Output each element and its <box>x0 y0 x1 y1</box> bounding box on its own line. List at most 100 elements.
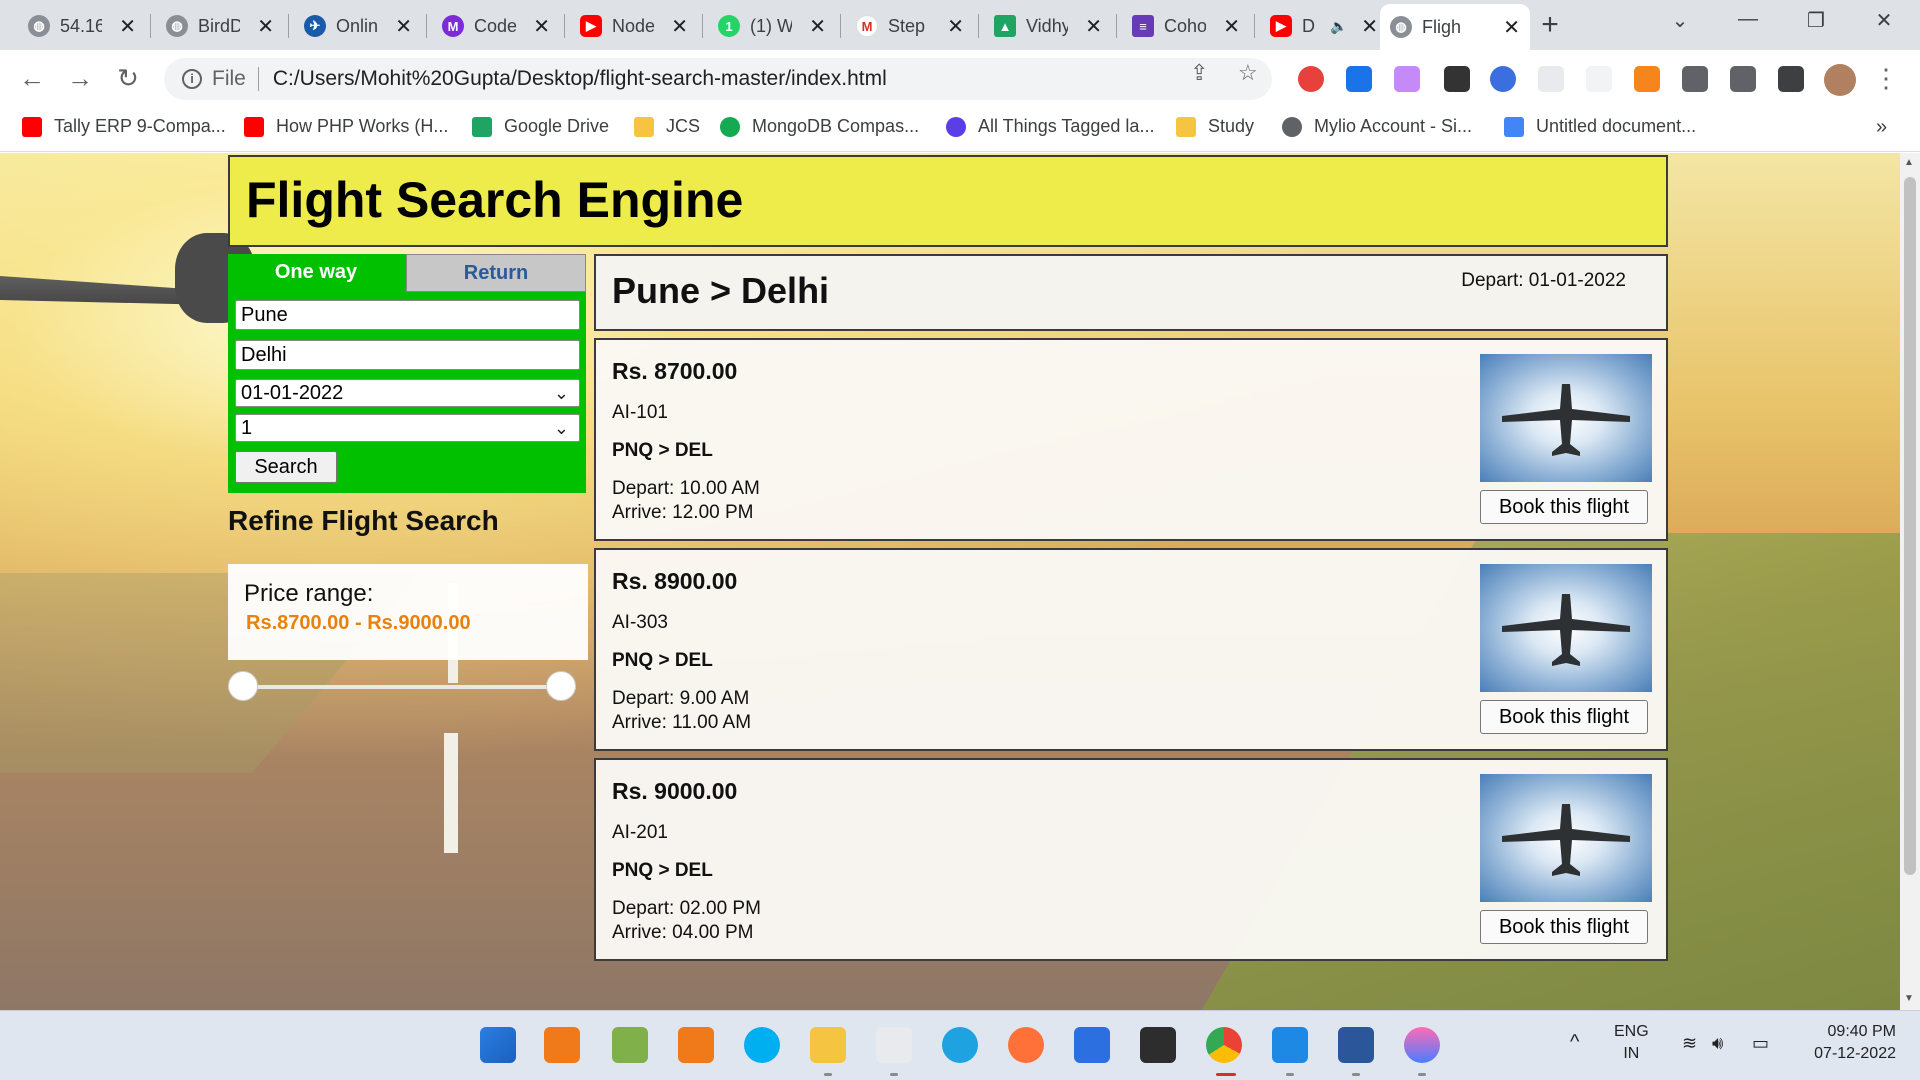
blank-extension-icon[interactable] <box>1586 66 1612 92</box>
skype-icon[interactable] <box>744 1027 780 1063</box>
close-icon[interactable]: ✕ <box>395 14 412 39</box>
terminal-icon[interactable] <box>1140 1027 1176 1063</box>
speaker-icon[interactable]: 🔈 <box>1330 18 1347 35</box>
edge-icon[interactable] <box>942 1027 978 1063</box>
bookmark-item[interactable]: Mylio Account - Si... <box>1282 116 1472 137</box>
close-window-button[interactable]: ✕ <box>1864 8 1904 33</box>
bookmark-item[interactable]: Google Drive <box>472 116 609 137</box>
scroll-down-icon[interactable]: ▼ <box>1904 993 1914 1004</box>
windows-start-icon[interactable] <box>480 1027 516 1063</box>
bookmarks-bar: Tally ERP 9-Compa... How PHP Works (H...… <box>0 106 1920 152</box>
destination-input[interactable]: Delhi <box>235 340 580 370</box>
close-icon[interactable]: ✕ <box>1361 14 1378 39</box>
address-bar[interactable]: i File C:/Users/Mohit%20Gupta/Desktop/fl… <box>164 58 1272 100</box>
close-icon[interactable]: ✕ <box>809 14 826 39</box>
airline-icon: ✈ <box>304 15 326 37</box>
passengers-select[interactable]: 1 ⌄ <box>235 414 580 442</box>
close-icon[interactable]: ✕ <box>1223 14 1240 39</box>
browser-tab[interactable]: ▲ Vidhy ✕ <box>984 6 1112 46</box>
date-select[interactable]: 01-01-2022 ⌄ <box>235 379 580 407</box>
close-icon[interactable]: ✕ <box>1085 14 1102 39</box>
close-icon[interactable]: ✕ <box>533 14 550 39</box>
notepad-icon[interactable] <box>612 1027 648 1063</box>
language-indicator[interactable]: ENG IN <box>1614 1023 1649 1063</box>
media-control-icon[interactable] <box>1730 66 1756 92</box>
tab-search-icon[interactable]: ⌄ <box>1660 8 1700 33</box>
bookmark-item[interactable]: MongoDB Compas... <box>720 116 919 137</box>
info-icon[interactable]: i <box>182 69 202 89</box>
tab-return[interactable]: Return <box>406 254 586 292</box>
forward-button[interactable]: → <box>64 62 96 94</box>
back-button[interactable]: ← <box>16 62 48 94</box>
tray-overflow-icon[interactable]: ^ <box>1570 1031 1579 1054</box>
xampp-icon[interactable] <box>544 1027 580 1063</box>
scroll-up-icon[interactable]: ▲ <box>1904 157 1914 168</box>
browser-tab[interactable]: 1 (1) W ✕ <box>708 6 836 46</box>
browser-tab[interactable]: ◍ 54.16 ✕ <box>18 6 146 46</box>
browser-tab[interactable]: ▶ Node ✕ <box>570 6 698 46</box>
adblock-icon[interactable] <box>1298 66 1324 92</box>
new-tab-button[interactable]: + <box>1532 8 1568 44</box>
share-icon[interactable]: ⇪ <box>1190 60 1208 86</box>
bookmark-star-icon[interactable]: ☆ <box>1238 60 1258 86</box>
browser-tab[interactable]: ✈ Onlin ✕ <box>294 6 422 46</box>
json-icon[interactable] <box>1538 66 1564 92</box>
bookmark-item[interactable]: Study <box>1176 116 1254 137</box>
browser-tab[interactable]: ◍ BirdD ✕ <box>156 6 284 46</box>
side-panel-icon[interactable] <box>1778 66 1804 92</box>
page-scrollbar[interactable]: ▲ ▼ <box>1900 153 1920 1010</box>
close-icon[interactable]: ✕ <box>671 14 688 39</box>
scrollbar-thumb[interactable] <box>1904 177 1916 875</box>
browser-tab[interactable]: M Code ✕ <box>432 6 560 46</box>
volume-icon[interactable]: 🔊︎ <box>1712 1033 1723 1054</box>
price-slider-min-handle[interactable] <box>228 671 258 701</box>
bookmark-item[interactable]: JCS <box>634 116 700 137</box>
clock[interactable]: 09:40 PM 07-12-2022 <box>1800 1023 1896 1063</box>
browser-tab-active[interactable]: ◍ Fligh ✕ <box>1380 4 1530 50</box>
tab-one-way[interactable]: One way <box>228 254 404 292</box>
chrome-icon[interactable] <box>1206 1027 1242 1063</box>
app-icon[interactable] <box>1074 1027 1110 1063</box>
firefox-icon[interactable] <box>1008 1027 1044 1063</box>
xampp-control-icon[interactable] <box>678 1027 714 1063</box>
browser-tab[interactable]: ▶ D 🔈 ✕ <box>1260 6 1388 46</box>
bookmark-item[interactable]: How PHP Works (H... <box>244 116 448 137</box>
word-icon[interactable] <box>1338 1027 1374 1063</box>
menu-kebab-icon[interactable]: ⋮ <box>1870 62 1902 94</box>
close-icon[interactable]: ✕ <box>947 14 964 39</box>
browser-tab[interactable]: M Step ✕ <box>846 6 974 46</box>
browser-tab[interactable]: ≡ Coho ✕ <box>1122 6 1250 46</box>
close-icon[interactable]: ✕ <box>119 14 136 39</box>
close-icon[interactable]: ✕ <box>1503 15 1520 40</box>
battery-icon[interactable]: ▭ <box>1752 1033 1769 1054</box>
price-slider-max-handle[interactable] <box>546 671 576 701</box>
book-flight-button[interactable]: Book this flight <box>1480 910 1648 944</box>
file-explorer-icon[interactable] <box>810 1027 846 1063</box>
reload-button[interactable]: ↻ <box>112 62 144 94</box>
slack-icon[interactable] <box>876 1027 912 1063</box>
close-icon[interactable]: ✕ <box>257 14 274 39</box>
bookmark-item[interactable]: Untitled document... <box>1504 116 1696 137</box>
drop-app-icon[interactable] <box>1404 1027 1440 1063</box>
price-slider-track[interactable] <box>228 685 576 689</box>
wifi-icon[interactable]: ≋ <box>1682 1033 1697 1054</box>
pen-icon[interactable] <box>1394 66 1420 92</box>
bookmark-item[interactable]: All Things Tagged la... <box>946 116 1154 137</box>
extensions-puzzle-icon[interactable] <box>1682 66 1708 92</box>
search-panel: One way Return Pune Delhi 01-01-2022 ⌄ 1… <box>228 254 586 493</box>
extension-new-icon[interactable] <box>1346 66 1372 92</box>
metamask-icon[interactable] <box>1634 66 1660 92</box>
more-bookmarks-icon[interactable]: » <box>1876 116 1887 139</box>
book-flight-button[interactable]: Book this flight <box>1480 490 1648 524</box>
color-picker-icon[interactable] <box>1444 66 1470 92</box>
runway-marking <box>444 733 458 853</box>
snowflake-icon[interactable] <box>1490 66 1516 92</box>
search-button[interactable]: Search <box>235 451 337 483</box>
vscode-icon[interactable] <box>1272 1027 1308 1063</box>
restore-button[interactable]: ❐ <box>1796 8 1836 33</box>
book-flight-button[interactable]: Book this flight <box>1480 700 1648 734</box>
origin-input[interactable]: Pune <box>235 300 580 330</box>
minimize-button[interactable]: — <box>1728 8 1768 31</box>
profile-avatar[interactable] <box>1824 64 1856 96</box>
bookmark-item[interactable]: Tally ERP 9-Compa... <box>22 116 226 137</box>
